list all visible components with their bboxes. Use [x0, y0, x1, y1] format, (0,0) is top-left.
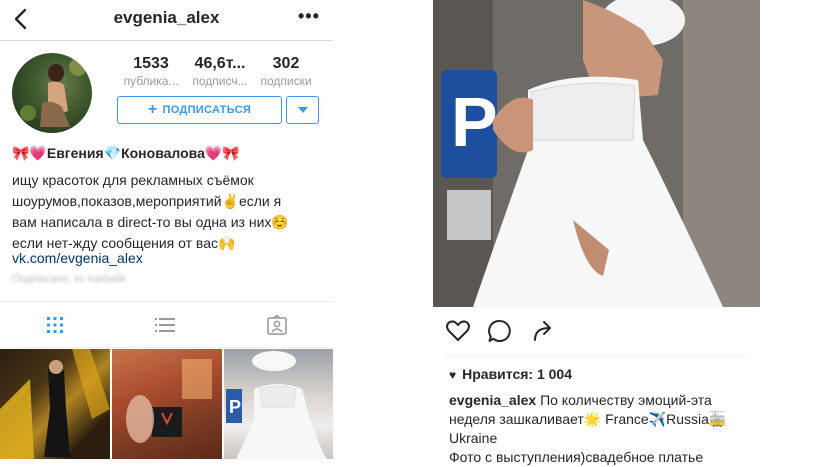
stat-following-label: подписки — [260, 74, 312, 88]
stat-followers-label: подписч... — [192, 74, 248, 88]
more-options-icon[interactable]: ••• — [298, 6, 320, 27]
stat-followers[interactable]: 46,6т... подписч... — [185, 54, 255, 88]
heart-icon[interactable] — [445, 318, 471, 344]
suggestions-dropdown-button[interactable] — [286, 96, 319, 124]
followed-by-text: Подписано: kc karbalik — [12, 273, 127, 285]
caret-down-icon — [297, 107, 308, 113]
stat-followers-value: 46,6т... — [194, 55, 246, 72]
svg-text:P: P — [451, 83, 498, 161]
divider — [445, 355, 745, 356]
comment-icon[interactable] — [487, 318, 513, 344]
profile-bio: ищу красоток для рекламных съёмок шоурум… — [12, 170, 330, 254]
likes-text: Нравится: 1 004 — [462, 366, 572, 382]
avatar[interactable] — [12, 53, 92, 133]
caption-username[interactable]: evgenia_alex — [449, 392, 536, 408]
post-actions — [445, 318, 565, 346]
stat-posts-value: 1533 — [133, 55, 169, 72]
profile-panel: evgenia_alex ••• 1533 публика... 46,6т..… — [0, 0, 333, 459]
profile-full-name: 🎀💗Евгения💎Коновалова💗🎀 — [12, 145, 240, 161]
caption-first-line: evgenia_alex По количеству эмоций-эта — [449, 391, 779, 410]
bio-line: шоурумов,показов,мероприятий✌️если я — [12, 193, 282, 209]
tagged-photos-icon[interactable] — [266, 315, 288, 335]
grid-view-icon[interactable] — [44, 315, 66, 335]
svg-text:P: P — [229, 397, 241, 417]
post-thumbnail[interactable] — [112, 349, 222, 459]
follow-button-label: ПОДПИСАТЬСЯ — [162, 104, 252, 116]
plus-icon: + — [147, 101, 158, 118]
stat-posts-label: публика... — [123, 74, 179, 88]
divider — [0, 347, 333, 348]
caption-line: Ukraine — [449, 430, 498, 446]
post-thumbnail[interactable] — [0, 349, 110, 459]
bio-line: ищу красоток для рекламных съёмок — [12, 172, 254, 188]
stat-following[interactable]: 302 подписки — [255, 54, 317, 88]
bio-line: вам написала в direct-то вы одна из них☺… — [12, 214, 289, 230]
profile-website-link[interactable]: vk.com/evgenia_alex — [12, 250, 143, 266]
heart-small-icon: ♥ — [449, 368, 457, 382]
stat-following-value: 302 — [272, 55, 300, 72]
post-thumbnail[interactable]: P — [224, 349, 333, 459]
post-photo[interactable]: P — [433, 0, 760, 307]
likes-count[interactable]: ♥ Нравится: 1 004 — [449, 366, 572, 382]
thumbnail-image — [126, 359, 212, 443]
list-view-icon[interactable] — [154, 315, 176, 335]
thumbnail-image — [0, 349, 110, 459]
caption-line: По количеству эмоций-эта — [540, 392, 712, 408]
thumbnail-image: P — [226, 351, 328, 459]
post-caption: evgenia_alex По количеству эмоций-эта не… — [449, 391, 779, 467]
profile-username: evgenia_alex — [113, 8, 220, 27]
avatar-image — [20, 58, 87, 127]
follow-button[interactable]: + ПОДПИСАТЬСЯ — [117, 96, 282, 124]
profile-tabs — [0, 302, 333, 348]
share-icon[interactable] — [531, 318, 557, 344]
nav-bar: evgenia_alex ••• — [0, 0, 333, 41]
caption-line: Фото с выступления)свадебное платье — [449, 449, 704, 465]
post-image: P — [433, 0, 760, 307]
caption-line: неделя зашкаливает🌟 France✈️Russia🚋 — [449, 411, 727, 427]
stat-posts[interactable]: 1533 публика... — [116, 54, 186, 88]
